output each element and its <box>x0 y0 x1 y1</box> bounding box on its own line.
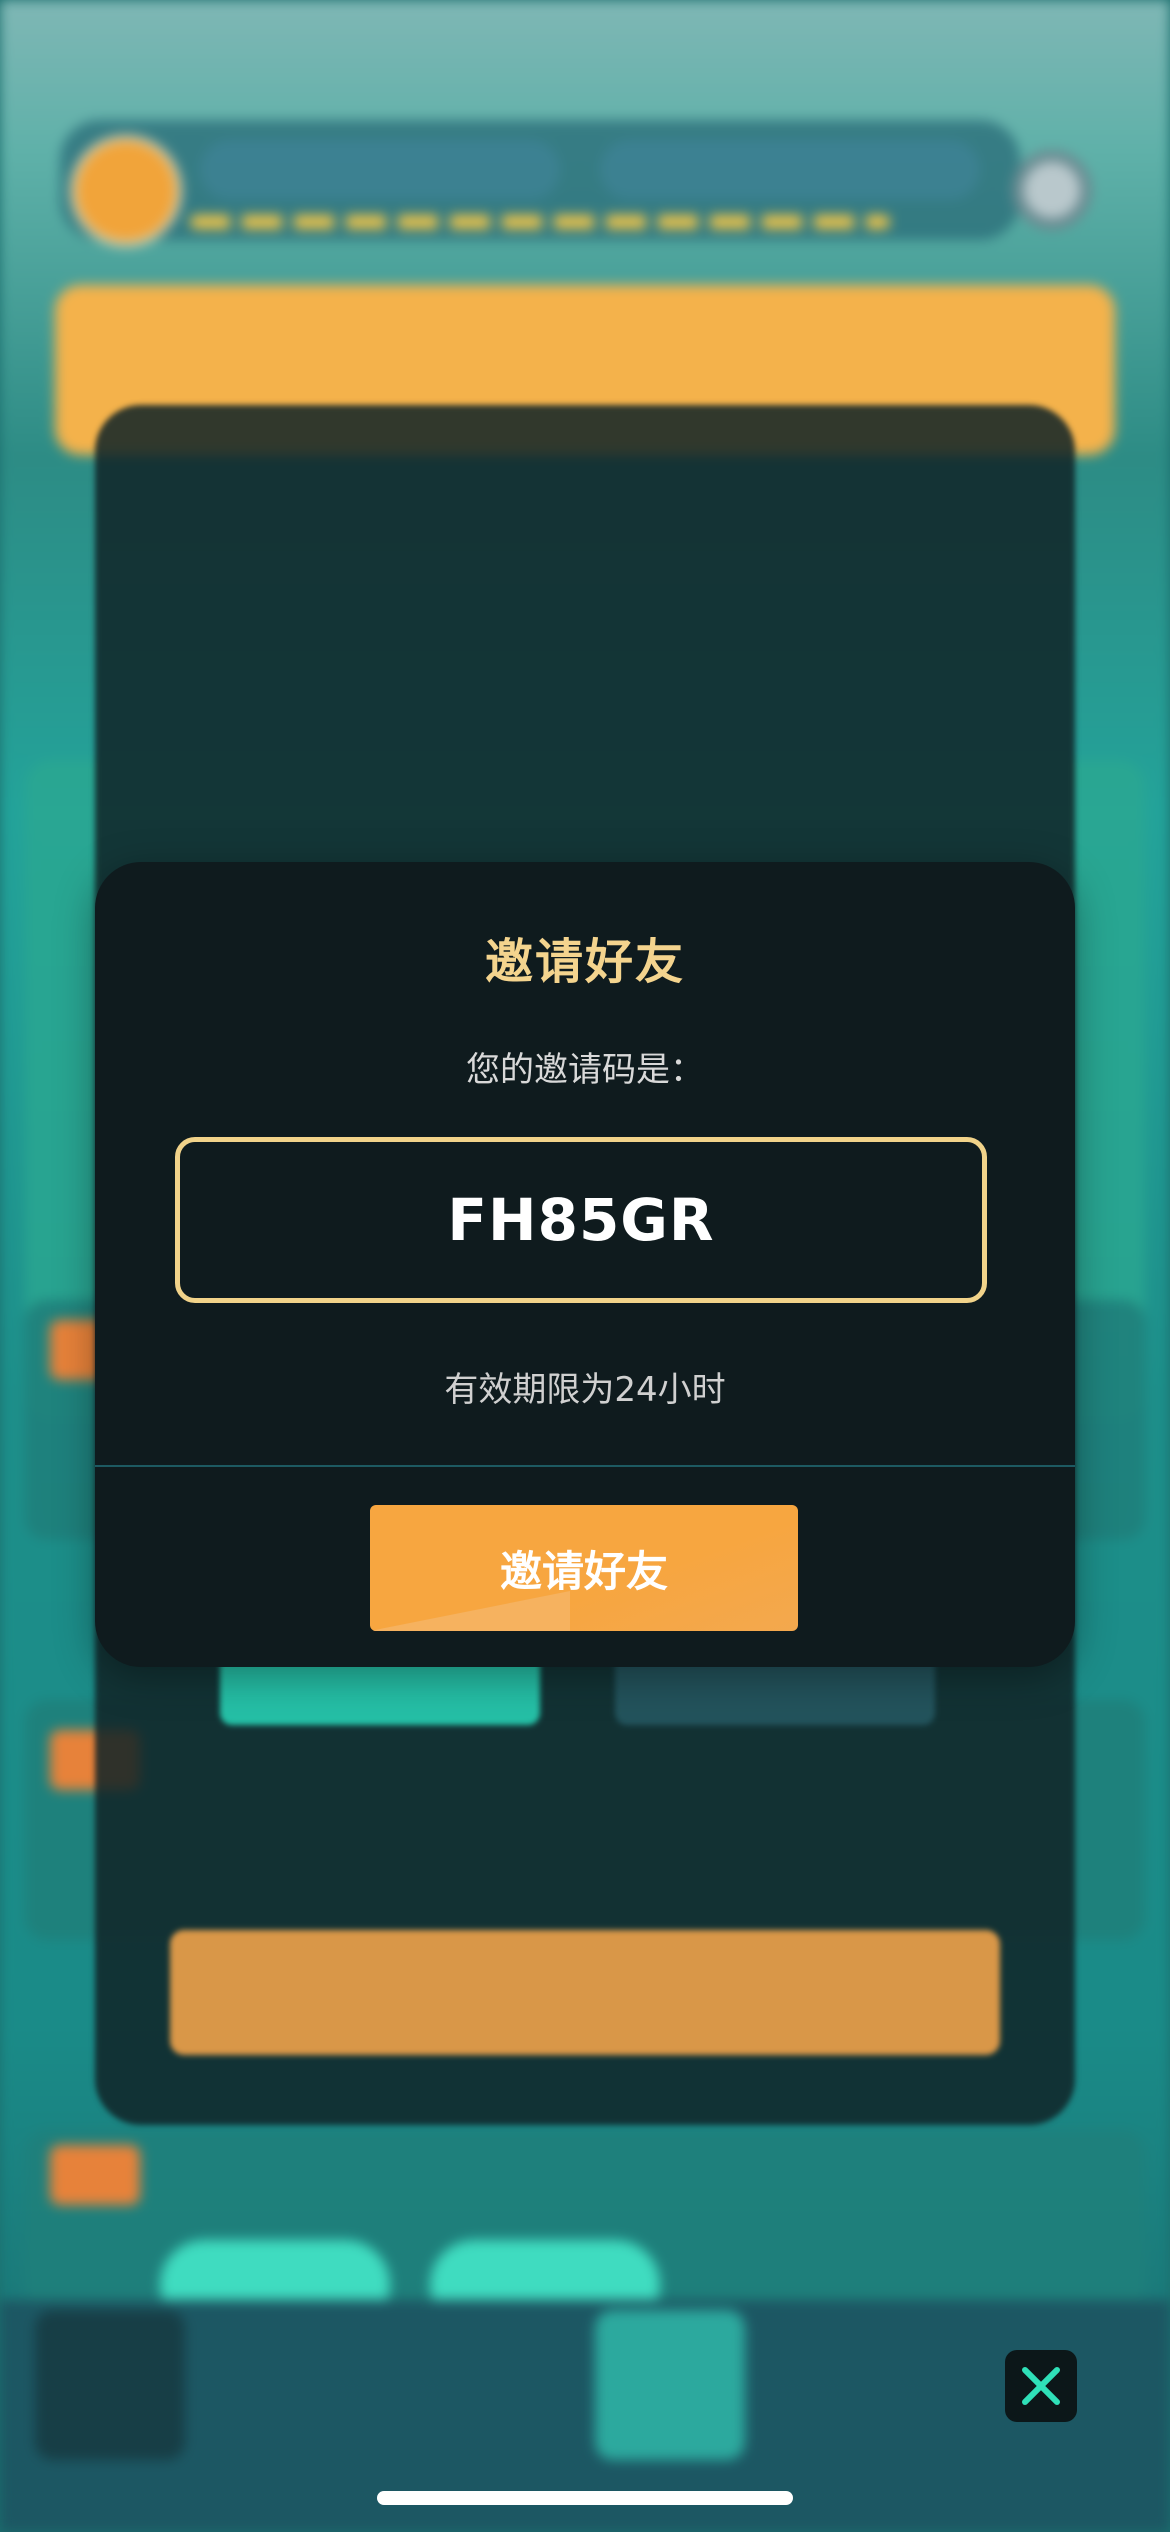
invite-code[interactable]: FH85GR <box>447 1186 714 1254</box>
home-indicator[interactable] <box>377 2491 793 2505</box>
close-icon <box>1022 2367 1060 2405</box>
resource-pill-gem <box>600 140 980 200</box>
divider <box>95 1465 1075 1467</box>
background-popup-orange-button <box>170 1930 1000 2055</box>
invite-friend-button-label: 邀请好友 <box>499 1547 668 1595</box>
validity-note: 有效期限为24小时 <box>444 1370 726 1410</box>
settings-gear-icon <box>1012 150 1092 230</box>
invite-dialog: 邀请好友 您的邀请码是： FH85GR 有效期限为24小时 邀请好友 <box>95 862 1075 1667</box>
xp-progress <box>190 215 890 229</box>
close-button[interactable] <box>1005 2350 1077 2422</box>
invite-friend-button[interactable]: 邀请好友 <box>370 1505 798 1631</box>
tab-gem <box>595 2310 745 2460</box>
tag <box>50 2145 140 2205</box>
dialog-subtitle: 您的邀请码是： <box>466 1050 704 1090</box>
resource-pill-water <box>200 140 560 200</box>
tab-home <box>35 2310 185 2460</box>
level-badge <box>70 135 182 247</box>
dialog-title: 邀请好友 <box>484 934 685 990</box>
invite-code-box[interactable]: FH85GR <box>175 1137 987 1303</box>
